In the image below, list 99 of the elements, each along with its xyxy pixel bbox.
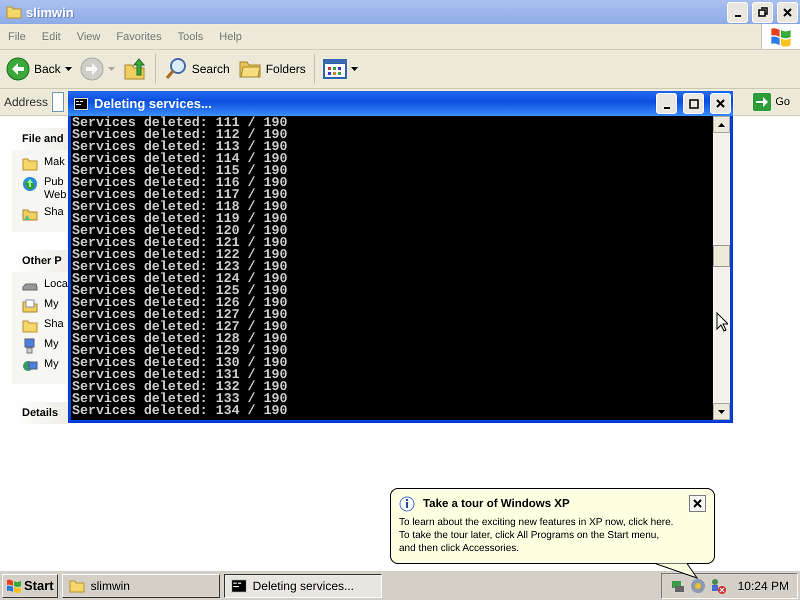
console-line: Services deleted: 127 / 190 (72, 309, 288, 321)
console-line: Services deleted: 120 / 190 (72, 225, 288, 237)
minimize-icon (734, 15, 740, 17)
scroll-up-button[interactable] (713, 116, 730, 133)
balloon-text: To take the tour later, click All Programs on the Start menu, (399, 529, 660, 542)
network-icon (22, 358, 38, 374)
views-button[interactable] (320, 57, 360, 81)
down-arrow-icon (718, 410, 725, 414)
dropdown-icon (350, 67, 358, 71)
console-line: Services deleted: 115 / 190 (72, 165, 288, 177)
console-line: Services deleted: 134 / 190 (72, 405, 288, 417)
console-line: Services deleted: 117 / 190 (72, 189, 288, 201)
task-link[interactable]: Loca (44, 278, 68, 291)
window-title: slimwin (26, 4, 75, 20)
console-line: Services deleted: 122 / 190 (72, 249, 288, 261)
folders-button[interactable]: Folders (236, 55, 308, 83)
console-line: Services deleted: 129 / 190 (72, 345, 288, 357)
console-line: Services deleted: 121 / 190 (72, 237, 288, 249)
balloon-tail (655, 563, 699, 579)
address-label: Address (4, 95, 48, 109)
console-line: Services deleted: 114 / 190 (72, 153, 288, 165)
balloon-title: Take a tour of Windows XP (423, 498, 571, 510)
console-line: Services deleted: 130 / 190 (72, 357, 288, 369)
console-title: Deleting services... (94, 96, 213, 111)
task-link[interactable]: My (44, 338, 59, 351)
console-line: Services deleted: 124 / 190 (72, 273, 288, 285)
task-link[interactable]: Sha (44, 318, 64, 331)
menu-item[interactable]: Edit (34, 30, 69, 42)
back-button[interactable]: Back (4, 55, 74, 83)
console-line: Services deleted: 133 / 190 (72, 393, 288, 405)
users-icon[interactable] (710, 578, 726, 594)
search-button[interactable]: Search (162, 55, 232, 83)
go-button[interactable]: Go (749, 93, 794, 111)
console-line: Services deleted: 123 / 190 (72, 261, 288, 273)
panel-header[interactable]: File and (12, 128, 68, 150)
views-icon (322, 59, 347, 79)
menu-item[interactable]: View (68, 30, 108, 42)
maximize-button[interactable] (683, 93, 704, 114)
search-icon (164, 57, 188, 81)
panel-header[interactable]: Details (12, 402, 68, 424)
maximize-icon (688, 98, 698, 108)
balloon-text: To learn about the exciting new features in XP now, click here. (399, 516, 674, 529)
task-link[interactable]: Web (44, 189, 66, 202)
scroll-down-button[interactable] (713, 403, 730, 420)
console-line: Services deleted: 131 / 190 (72, 369, 288, 381)
taskbar-button[interactable]: slimwin (62, 574, 220, 598)
dropdown-icon (108, 67, 115, 71)
restore-button[interactable] (752, 2, 773, 22)
console-line: Services deleted: 125 / 190 (72, 285, 288, 297)
folder-icon (22, 318, 38, 334)
panel-header[interactable]: Other P (12, 250, 68, 272)
console-line: Services deleted: 111 / 190 (72, 117, 288, 129)
documents-icon (22, 298, 38, 314)
up-arrow-icon (718, 122, 725, 126)
scrollbar[interactable] (713, 116, 730, 420)
close-button[interactable] (689, 495, 706, 512)
folder-icon (6, 4, 22, 20)
folder-icon (22, 156, 38, 172)
address-field[interactable] (52, 92, 64, 112)
restore-icon (758, 7, 768, 17)
globe-icon (22, 176, 38, 192)
clock: 10:24 PM (738, 578, 789, 592)
menu-item[interactable]: Favorites (108, 30, 170, 42)
mouse-pointer-icon (716, 312, 728, 332)
windows-flag-icon (6, 578, 22, 594)
console-line: Services deleted: 116 / 190 (72, 177, 288, 189)
taskbar-button[interactable]: Deleting services... (224, 574, 382, 598)
balloon-text: and then click Accessories. (399, 542, 520, 555)
console-line: Services deleted: 113 / 190 (72, 141, 288, 153)
task-link[interactable]: My (44, 358, 59, 371)
up-folder-icon (122, 57, 147, 81)
scroll-thumb[interactable] (713, 245, 730, 267)
minimize-icon (664, 106, 670, 108)
console-line: Services deleted: 128 / 190 (72, 333, 288, 345)
minimize-button[interactable] (656, 93, 677, 114)
console-icon (74, 98, 88, 110)
console-line: Services deleted: 118 / 190 (72, 201, 288, 213)
minimize-button[interactable] (727, 2, 748, 22)
close-icon (693, 499, 702, 508)
console-line: Services deleted: 127 / 190 (72, 321, 288, 333)
console-line: Services deleted: 132 / 190 (72, 381, 288, 393)
close-icon (716, 99, 725, 108)
task-link[interactable]: Sha (44, 206, 64, 219)
console-line: Services deleted: 126 / 190 (72, 297, 288, 309)
menu-item[interactable]: Tools (170, 30, 212, 42)
info-icon (399, 496, 415, 512)
menu-item[interactable]: Help (211, 30, 250, 42)
console-line: Services deleted: 119 / 190 (72, 213, 288, 225)
windows-flag-icon (770, 26, 792, 48)
task-link[interactable]: My (44, 298, 59, 311)
menu-item[interactable]: File (0, 30, 34, 42)
task-link[interactable]: Mak (44, 156, 65, 169)
console-line: Services deleted: 112 / 190 (72, 129, 288, 141)
close-icon (783, 8, 792, 16)
folder-icon (68, 578, 85, 594)
dropdown-icon (64, 67, 72, 71)
task-link[interactable]: Pub (44, 176, 66, 189)
console-icon (230, 578, 247, 592)
start-button[interactable]: Start (2, 574, 58, 598)
